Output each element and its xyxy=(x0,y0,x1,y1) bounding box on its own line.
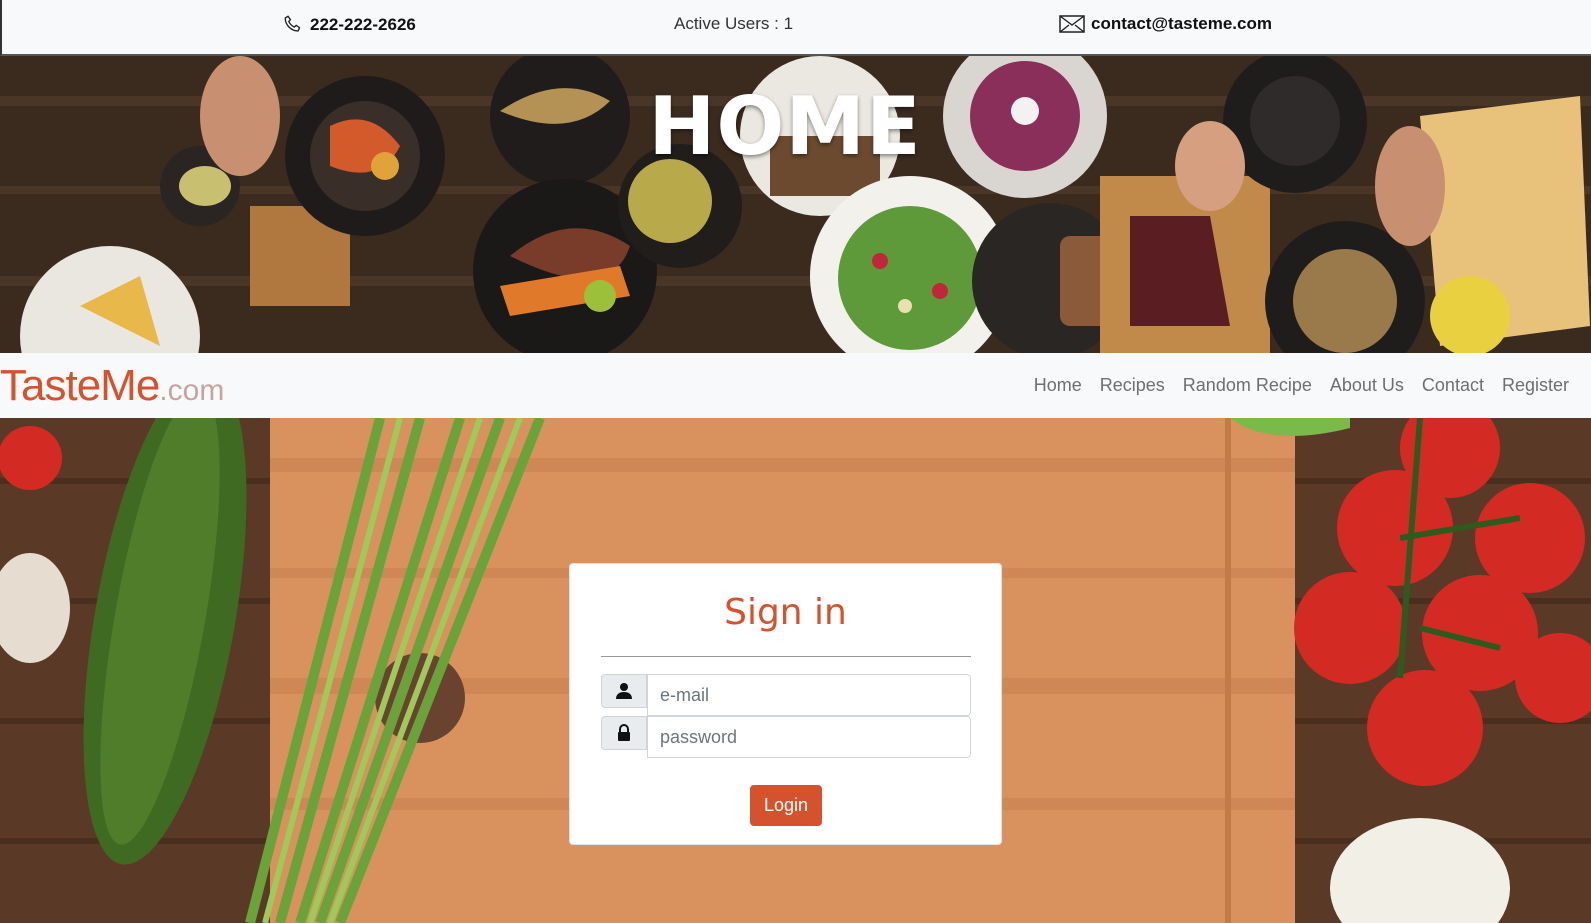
divider xyxy=(601,656,971,657)
nav-home[interactable]: Home xyxy=(1034,375,1082,396)
page-title: HOME xyxy=(648,80,922,173)
lock-icon xyxy=(601,716,647,750)
password-input[interactable]: password xyxy=(647,716,971,758)
password-field-group: password xyxy=(601,716,971,758)
top-bar: 222-222-2626 Active Users : 1 contact@ta… xyxy=(0,0,1591,56)
nav-links: Home Recipes Random Recipe About Us Cont… xyxy=(1034,375,1569,396)
phone-number: 222-222-2626 xyxy=(310,15,416,34)
site-logo[interactable]: TasteMe.com xyxy=(0,361,224,411)
email-address: contact@tasteme.com xyxy=(1091,14,1272,33)
login-button[interactable]: Login xyxy=(750,785,822,826)
phone-contact[interactable]: 222-222-2626 xyxy=(282,14,416,36)
email-placeholder: e-mail xyxy=(660,684,710,705)
active-users-count: Active Users : 1 xyxy=(674,14,794,33)
nav-random-recipe[interactable]: Random Recipe xyxy=(1183,375,1312,396)
signin-heading: Sign in xyxy=(724,592,847,633)
main-navbar: TasteMe.com Home Recipes Random Recipe A… xyxy=(0,353,1591,418)
password-placeholder: password xyxy=(660,726,738,747)
email-input[interactable]: e-mail xyxy=(647,674,971,716)
logo-domain: .com xyxy=(159,374,225,407)
user-icon xyxy=(601,674,647,708)
phone-icon xyxy=(282,14,304,36)
email-contact[interactable]: contact@tasteme.com xyxy=(1059,14,1272,34)
logo-brand: TasteMe xyxy=(0,361,160,410)
email-field-group: e-mail xyxy=(601,674,971,716)
signin-card: Sign in e-mail password Login xyxy=(569,563,1002,845)
envelope-icon xyxy=(1059,15,1085,33)
nav-recipes[interactable]: Recipes xyxy=(1100,375,1165,396)
nav-about-us[interactable]: About Us xyxy=(1330,375,1404,396)
nav-register[interactable]: Register xyxy=(1502,375,1569,396)
hero-banner: HOME xyxy=(0,56,1591,353)
nav-contact[interactable]: Contact xyxy=(1422,375,1484,396)
